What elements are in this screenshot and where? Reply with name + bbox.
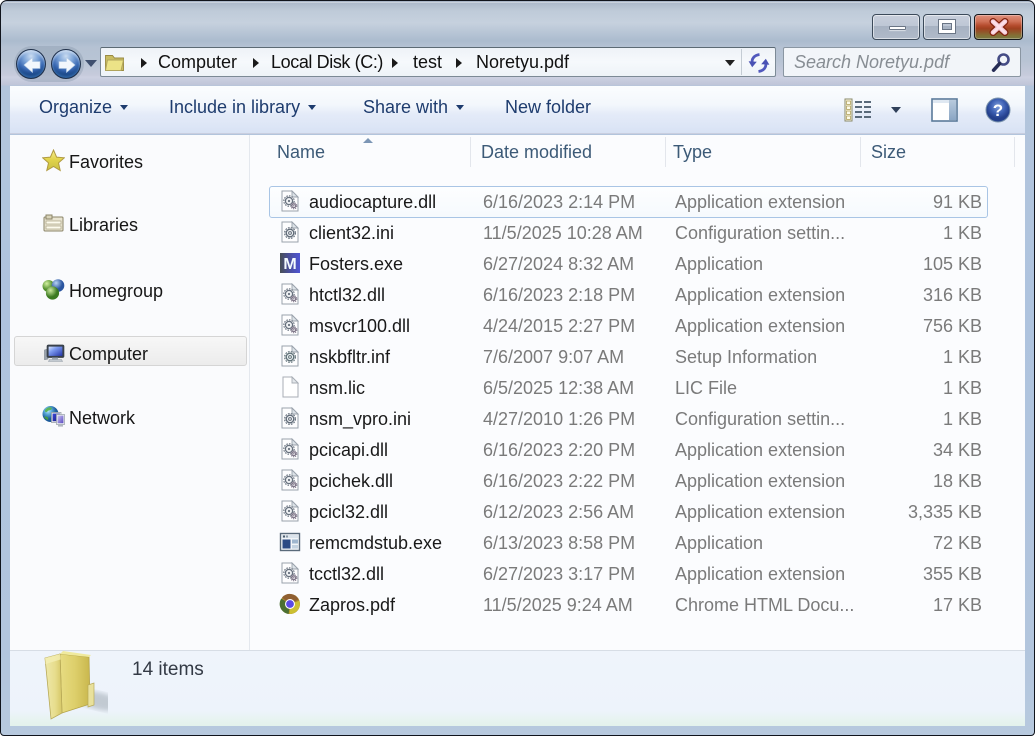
svg-text:M: M xyxy=(283,256,296,273)
svg-text:?: ? xyxy=(993,101,1003,120)
